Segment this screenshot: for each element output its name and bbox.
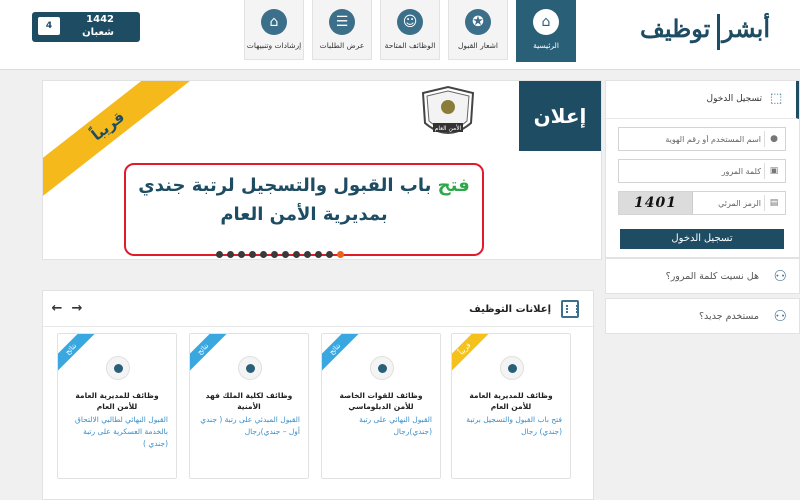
nav-item-acceptance-notice[interactable]: ✪ اشعار القبول <box>448 0 508 60</box>
agency-logo-icon <box>106 356 130 380</box>
carousel-dot[interactable] <box>326 251 333 258</box>
field-separator <box>764 163 765 179</box>
logo-separator <box>717 14 720 50</box>
lock-icon: ▣ <box>769 166 779 176</box>
password-input[interactable] <box>623 163 761 179</box>
carousel-dots <box>216 251 344 259</box>
username-input[interactable] <box>623 131 761 147</box>
logo-part-absher: أبشر <box>722 14 770 43</box>
card-ribbon: نتائج <box>322 334 363 377</box>
job-card[interactable]: قريباً وظائف للمديرية العامة للأمن العام… <box>451 333 571 479</box>
carousel-dot[interactable] <box>293 251 300 258</box>
carousel-dot[interactable] <box>249 251 256 258</box>
login-title: تسجيل الدخول <box>706 94 762 104</box>
card-description[interactable]: القبول النهائي لطالبي الالتحاق بالخدمة ا… <box>66 414 168 450</box>
login-panel: تسجيل الدخول ⬚ ● ▣ 1401 ▤ تسجيل الدخول <box>604 80 800 258</box>
top-header: 4 1442 شعبان ⌂ إرشادات وتنبيهات ☰ عرض ال… <box>0 0 800 70</box>
card-title: وظائف للمديرية العامة للأمن العام <box>75 391 159 411</box>
carousel-dot[interactable] <box>337 251 344 258</box>
forgot-password-label: هل نسيت كلمة المرور؟ <box>665 271 759 282</box>
job-card[interactable]: نتائج وظائف للقوات الخاصة للأمن الدبلوما… <box>321 333 441 479</box>
card-title: وظائف لكلية الملك فهد الأمنية <box>205 391 293 411</box>
carousel-dot[interactable] <box>260 251 267 258</box>
user-icon: ● <box>770 134 778 144</box>
nav-label: اشعار القبول <box>457 41 499 50</box>
home-icon: ⌂ <box>533 9 559 35</box>
field-separator <box>764 131 765 147</box>
carousel-dot[interactable] <box>282 251 289 258</box>
job-announcements-section: ← → إعلانات التوظيف قريباً وظائف للمديري… <box>42 290 595 500</box>
nav-item-guidelines[interactable]: ⌂ إرشادات وتنبيهات <box>244 0 304 60</box>
carousel-dot[interactable] <box>271 251 278 258</box>
nav-item-home[interactable]: ⌂ الرئيسية <box>516 0 576 62</box>
login-button[interactable]: تسجيل الدخول <box>620 229 784 249</box>
public-security-emblem-icon: الأمن العام <box>421 85 475 134</box>
nav-label: الوظائف المتاحة <box>384 41 436 50</box>
agency-logo-icon <box>238 356 262 380</box>
badge-icon: ✪ <box>465 9 491 35</box>
absher-tawzif-logo[interactable]: أبشر توظيف <box>640 6 790 58</box>
user-add-icon: ⚇ <box>773 267 787 285</box>
card-ribbon: نتائج <box>190 334 231 377</box>
emblem-label: الأمن العام <box>435 124 462 132</box>
logo-part-tawzif: توظيف <box>640 14 711 43</box>
agency-logo-icon <box>500 356 524 380</box>
user-edit-icon: ⚇ <box>773 307 787 325</box>
users-icon: ☺ <box>397 9 423 35</box>
jobs-header: ← → إعلانات التوظيف <box>43 291 595 327</box>
captcha-image: 1401 <box>619 192 693 214</box>
agency-logo-icon <box>370 356 394 380</box>
date-year: 1442 <box>86 14 114 25</box>
carousel-dot[interactable] <box>227 251 234 258</box>
card-ribbon: نتائج <box>58 334 99 377</box>
job-card[interactable]: نتائج وظائف لكلية الملك فهد الأمنية القب… <box>189 333 309 479</box>
building-icon <box>561 300 579 318</box>
username-field[interactable]: ● <box>618 127 786 151</box>
nav-label: عرض الطلبات <box>319 41 365 50</box>
new-user-link[interactable]: مستخدم جديد؟ ⚇ <box>605 298 800 334</box>
nav-item-available-jobs[interactable]: ☺ الوظائف المتاحة <box>380 0 440 60</box>
announcement-text-box: فتح باب القبول والتسجيل لرتبة جندي بمدير… <box>124 163 484 256</box>
carousel-dot[interactable] <box>216 251 223 258</box>
announcement-highlight: فتح <box>437 175 470 196</box>
nav-item-view-requests[interactable]: ☰ عرض الطلبات <box>312 0 372 60</box>
password-field[interactable]: ▣ <box>618 159 786 183</box>
nav-label: إرشادات وتنبيهات <box>246 41 302 50</box>
announcement-banner[interactable]: قريباً إعلان الأمن العام فتح باب القبول … <box>42 80 602 260</box>
job-card[interactable]: نتائج وظائف للمديرية العامة للأمن العام … <box>57 333 177 479</box>
carousel-dot[interactable] <box>304 251 311 258</box>
carousel-dot[interactable] <box>315 251 322 258</box>
card-description[interactable]: القبول النهائي على رتبة (جندي)رجال <box>330 414 432 438</box>
card-description[interactable]: فتح باب القبول والتسجيل برتبة (جندي) رجا… <box>460 414 562 438</box>
carousel-dot[interactable] <box>238 251 245 258</box>
nav-label: الرئيسية <box>533 41 559 50</box>
card-title: وظائف للقوات الخاصة للأمن الدبلوماسي <box>339 391 423 411</box>
announcement-line-2: بمديرية الأمن العام <box>220 204 388 225</box>
date-month: شعبان <box>82 27 114 38</box>
field-separator <box>764 195 765 211</box>
new-user-label: مستخدم جديد؟ <box>699 311 759 322</box>
announcement-line-1: فتح باب القبول والتسجيل لرتبة جندي <box>126 175 482 196</box>
user-list-icon: ☰ <box>329 9 355 35</box>
login-header: تسجيل الدخول ⬚ <box>604 81 799 119</box>
card-ribbon: قريباً <box>452 334 493 377</box>
captcha-field[interactable]: 1401 ▤ <box>618 191 786 215</box>
announcement-tag: إعلان <box>519 81 601 151</box>
card-description[interactable]: القبول المبدئي على رتبة ( جندي أول – جند… <box>198 414 300 438</box>
card-title: وظائف للمديرية العامة للأمن العام <box>469 391 553 411</box>
jobs-title: إعلانات التوظيف <box>469 304 551 315</box>
home-alert-icon: ⌂ <box>261 9 287 35</box>
arrow-left-icon[interactable]: ← <box>49 301 65 316</box>
forgot-password-link[interactable]: هل نسيت كلمة المرور؟ ⚇ <box>605 258 800 294</box>
pointer-login-icon: ⬚ <box>770 91 783 106</box>
captcha-input[interactable] <box>701 195 761 211</box>
hijri-date-box: 4 1442 شعبان <box>32 12 140 42</box>
arrow-right-icon[interactable]: → <box>69 301 85 316</box>
image-icon: ▤ <box>769 198 779 208</box>
date-day: 4 <box>38 17 60 35</box>
announcement-line-1-rest: باب القبول والتسجيل لرتبة جندي <box>138 175 438 196</box>
